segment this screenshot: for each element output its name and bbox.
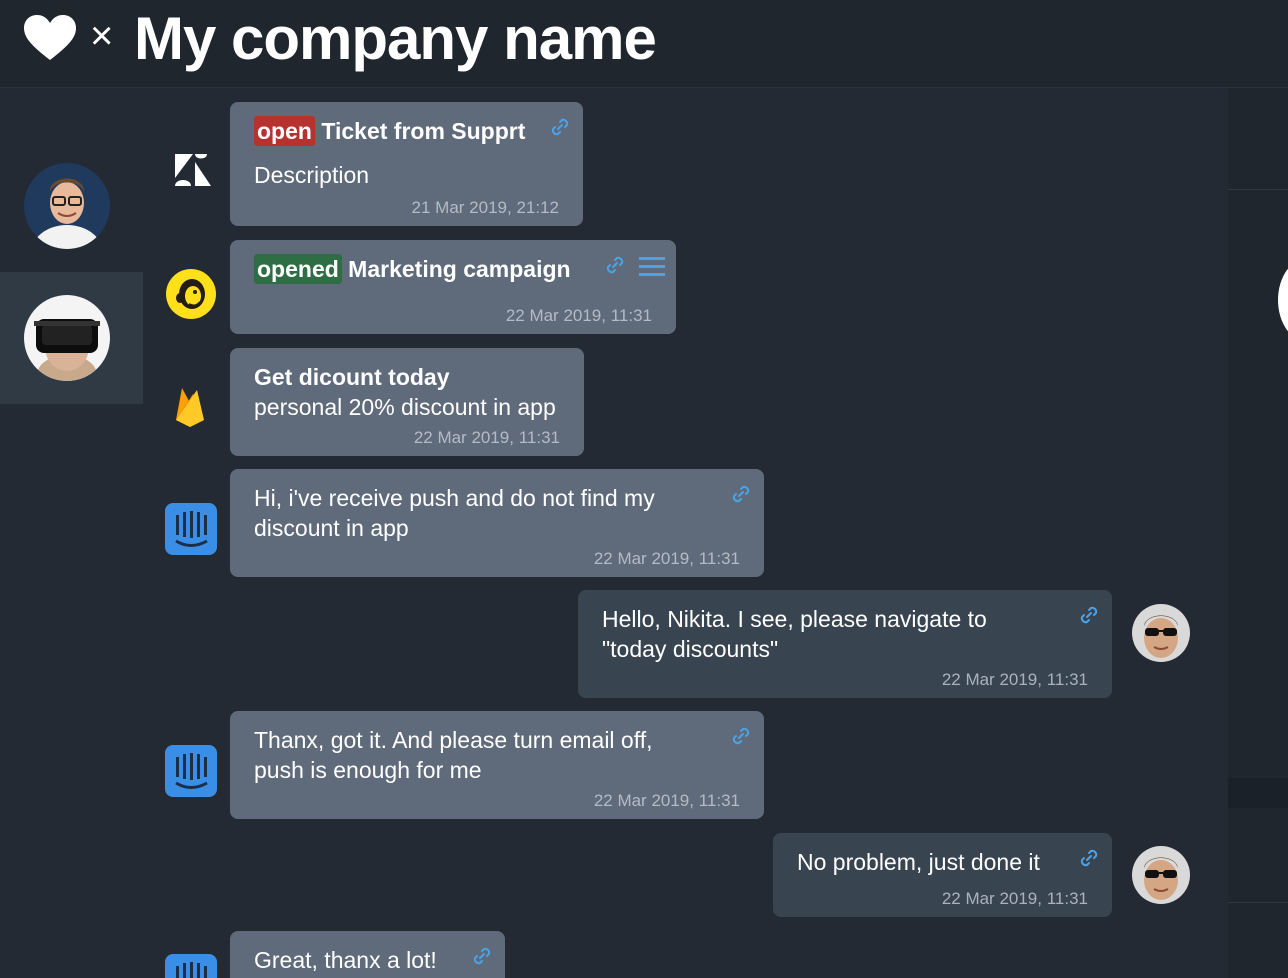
message-bubble[interactable]: Get dicount today personal 20% discount … — [230, 348, 584, 456]
avatar[interactable] — [1278, 258, 1288, 342]
message-title: Get dicount today — [254, 364, 450, 390]
chat-thread: open Ticket from Supprt Description 21 M… — [143, 88, 1228, 978]
message-bubble[interactable]: opened Marketing campaign 22 Mar 2019, 1… — [230, 240, 676, 334]
divider — [1228, 902, 1288, 903]
message-bubble[interactable]: Great, thanx a lot! — [230, 931, 505, 978]
status-badge: open — [254, 116, 315, 146]
message-bubble[interactable]: Thanx, got it. And please turn email off… — [230, 711, 764, 819]
message-text: No problem, just done it — [797, 849, 1040, 875]
message-title: Ticket from Supprt — [321, 118, 526, 144]
agent-avatar[interactable] — [1132, 604, 1190, 662]
intercom-icon — [165, 745, 217, 797]
status-badge: opened — [254, 254, 342, 284]
message-bubble-outgoing[interactable]: Hello, Nikita. I see, please navigate to… — [578, 590, 1112, 698]
avatar[interactable] — [24, 295, 110, 381]
link-icon[interactable] — [604, 254, 626, 276]
company-name: My company name — [134, 5, 657, 72]
menu-icon[interactable] — [638, 254, 666, 278]
link-icon[interactable] — [730, 725, 752, 747]
message-time: 22 Mar 2019, 11:31 — [593, 791, 740, 810]
message-title-row: opened Marketing campaign — [254, 254, 652, 284]
message-time: 22 Mar 2019, 11:31 — [593, 549, 740, 568]
message-text: Hi, i've receive push and do not find my… — [254, 485, 655, 541]
message-bubble[interactable]: Hi, i've receive push and do not find my… — [230, 469, 764, 577]
heart-icon — [24, 15, 76, 60]
details-panel — [1228, 88, 1288, 978]
divider — [1228, 189, 1288, 190]
contacts-sidebar — [0, 88, 143, 978]
message-text: Hello, Nikita. I see, please navigate to… — [602, 606, 987, 662]
message-text: Description — [254, 162, 370, 188]
times-symbol: × — [90, 14, 114, 58]
app-header: × My company name — [0, 0, 1288, 88]
message-time: 22 Mar 2019, 11:31 — [413, 428, 560, 447]
contact-item[interactable] — [0, 141, 143, 251]
message-text: Thanx, got it. And please turn email off… — [254, 727, 653, 783]
message-time: 22 Mar 2019, 11:31 — [941, 670, 1088, 689]
link-icon[interactable] — [1078, 604, 1100, 626]
link-icon[interactable] — [471, 945, 493, 967]
message-title: Marketing campaign — [348, 256, 571, 282]
message-bubble-outgoing[interactable]: No problem, just done it 22 Mar 2019, 11… — [773, 833, 1112, 917]
intercom-icon — [165, 954, 217, 978]
message-time: 21 Mar 2019, 21:12 — [411, 198, 559, 217]
divider — [1228, 778, 1288, 808]
message-bubble[interactable]: open Ticket from Supprt Description 21 M… — [230, 102, 583, 226]
avatar[interactable] — [24, 163, 110, 249]
message-text: personal 20% discount in app — [254, 394, 556, 420]
zendesk-icon — [175, 154, 211, 186]
message-text: Great, thanx a lot! — [254, 947, 437, 973]
agent-avatar[interactable] — [1132, 846, 1190, 904]
message-time: 22 Mar 2019, 11:31 — [941, 889, 1088, 908]
link-icon[interactable] — [1078, 847, 1100, 869]
mailchimp-icon — [166, 269, 216, 319]
link-icon[interactable] — [549, 116, 571, 138]
contact-item-active[interactable] — [0, 272, 143, 404]
message-title-row: open Ticket from Supprt — [254, 116, 559, 146]
link-icon[interactable] — [730, 483, 752, 505]
firebase-icon — [176, 388, 204, 427]
message-time: 22 Mar 2019, 11:31 — [505, 306, 652, 325]
intercom-icon — [165, 503, 217, 555]
